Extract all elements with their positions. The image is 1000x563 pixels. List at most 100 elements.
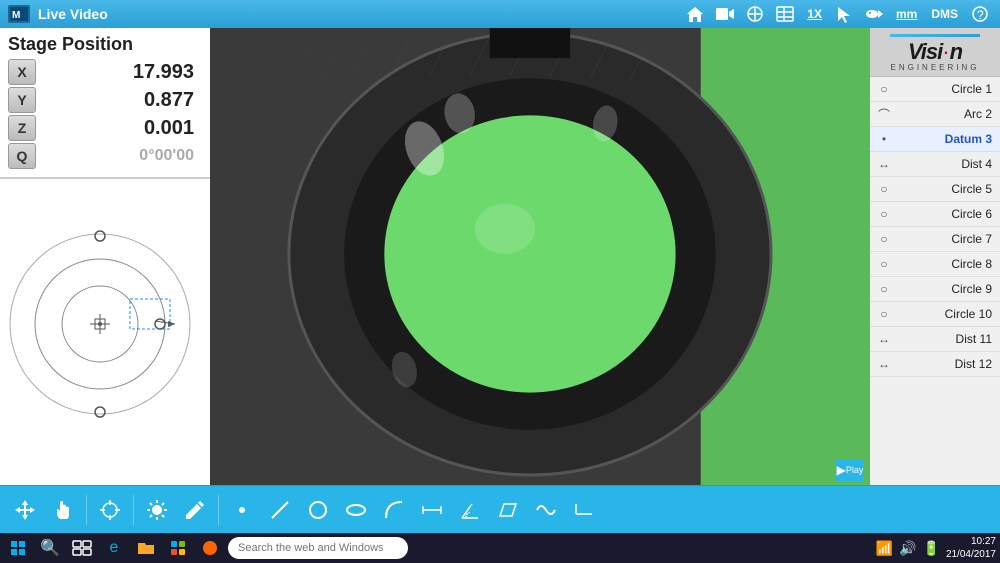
y-value: 0.877 — [36, 89, 202, 112]
brightness-tool-btn[interactable] — [140, 493, 174, 527]
z-axis-btn[interactable]: Z — [8, 115, 36, 141]
measurement-item-8[interactable]: ○Circle 8 — [870, 252, 1000, 277]
app-logo: M — [8, 5, 30, 23]
measurement-label-2: Arc 2 — [894, 107, 996, 121]
z-value: 0.001 — [36, 117, 202, 140]
y-axis-btn[interactable]: Y — [8, 87, 36, 113]
measurement-icon-8: ○ — [874, 254, 894, 274]
title-bar: M Live Video 1X mm DMS ? — [0, 0, 1000, 28]
q-axis-btn[interactable]: Q — [8, 143, 36, 169]
measurement-item-10[interactable]: ○Circle 10 — [870, 302, 1000, 327]
window-title: Live Video — [38, 6, 675, 22]
magnification-label: 1X — [803, 5, 826, 23]
measurement-item-11[interactable]: ↔Dist 11 — [870, 327, 1000, 352]
taskbar-system-icons: 📶 🔊 🔋 10:27 21/04/2017 — [876, 535, 996, 561]
measurement-item-7[interactable]: ○Circle 7 — [870, 227, 1000, 252]
stage-position-title: Stage Position — [8, 34, 202, 55]
taskbar-store-icon[interactable] — [164, 535, 192, 561]
measurement-icon-10: ○ — [874, 304, 894, 324]
measurement-label-10: Circle 10 — [894, 307, 996, 321]
taskbar-battery-icon: 🔋 — [923, 540, 940, 557]
measurement-icon-4: ↔ — [874, 154, 894, 174]
measurement-list: ○Circle 1⌒Arc 2•Datum 3↔Dist 4○Circle 5○… — [870, 77, 1000, 485]
dot-tool-btn[interactable] — [225, 493, 259, 527]
vision-text2: n — [950, 39, 962, 64]
measurement-item-5[interactable]: ○Circle 5 — [870, 177, 1000, 202]
ellipse-tool-btn[interactable] — [339, 493, 373, 527]
crosshair-tool-btn[interactable] — [93, 493, 127, 527]
measurement-icon-5: ○ — [874, 179, 894, 199]
table-icon[interactable] — [773, 3, 797, 25]
measurement-label-5: Circle 5 — [894, 182, 996, 196]
path-tool-btn[interactable] — [567, 493, 601, 527]
measurement-item-1[interactable]: ○Circle 1 — [870, 77, 1000, 102]
hand-tool-btn[interactable] — [46, 493, 80, 527]
measurement-icon-2: ⌒ — [874, 104, 894, 124]
line-tool-btn[interactable] — [263, 493, 297, 527]
pencil-tool-btn[interactable] — [178, 493, 212, 527]
fish-icon[interactable] — [862, 3, 886, 25]
x-coord-row: X 17.993 — [8, 59, 202, 85]
taskbar-task-view-icon[interactable] — [68, 535, 96, 561]
vision-logo: Visi·n ENGINEERING — [890, 32, 979, 72]
toolbar-icons: 1X mm DMS ? — [683, 3, 992, 25]
parallelogram-tool-btn[interactable] — [491, 493, 525, 527]
vision-engineering-header: Visi·n ENGINEERING — [870, 28, 1000, 77]
dms-unit-btn[interactable]: DMS — [927, 5, 962, 23]
x-axis-btn[interactable]: X — [8, 59, 36, 85]
engineering-text: ENGINEERING — [890, 63, 979, 72]
vision-text: Visi — [908, 39, 942, 64]
measurement-item-9[interactable]: ○Circle 9 — [870, 277, 1000, 302]
diagram-area[interactable] — [0, 178, 210, 485]
separator-3 — [218, 495, 219, 525]
taskbar-search-input[interactable] — [228, 537, 408, 559]
help-icon[interactable]: ? — [968, 3, 992, 25]
left-panel: Stage Position X 17.993 Y 0.877 Z 0.001 … — [0, 28, 210, 485]
svg-text:?: ? — [977, 8, 984, 22]
separator-1 — [86, 495, 87, 525]
start-button[interactable] — [4, 538, 32, 558]
taskbar-search-icon[interactable]: 🔍 — [36, 535, 64, 561]
taskbar-clock: 10:27 21/04/2017 — [946, 535, 996, 561]
play-button[interactable]: ▶ Play — [836, 459, 864, 481]
home-icon[interactable] — [683, 3, 707, 25]
measurement-icon-11: ↔ — [874, 329, 894, 349]
mm-unit-btn[interactable]: mm — [892, 5, 921, 23]
taskbar-edge-icon[interactable]: e — [100, 535, 128, 561]
video-area[interactable]: ▶ Play — [210, 28, 870, 485]
curve-tool-btn[interactable] — [529, 493, 563, 527]
arc-tool-btn[interactable] — [377, 493, 411, 527]
measurement-item-12[interactable]: ↔Dist 12 — [870, 352, 1000, 377]
measurement-label-12: Dist 12 — [894, 357, 996, 371]
measurement-item-4[interactable]: ↔Dist 4 — [870, 152, 1000, 177]
cursor-icon[interactable] — [832, 3, 856, 25]
taskbar-app5-icon[interactable] — [196, 535, 224, 561]
measurement-label-1: Circle 1 — [894, 82, 996, 96]
q-value: 0°00'00 — [36, 147, 202, 165]
measurement-item-6[interactable]: ○Circle 6 — [870, 202, 1000, 227]
measurement-icon-7: ○ — [874, 229, 894, 249]
distance-tool-btn[interactable] — [415, 493, 449, 527]
measurement-icon-12: ↔ — [874, 354, 894, 374]
measurement-label-9: Circle 9 — [894, 282, 996, 296]
stage-position-panel: Stage Position X 17.993 Y 0.877 Z 0.001 … — [0, 28, 210, 178]
taskbar-explorer-icon[interactable] — [132, 535, 160, 561]
right-panel: Visi·n ENGINEERING ○Circle 1⌒Arc 2•Datum… — [870, 28, 1000, 485]
measurement-item-2[interactable]: ⌒Arc 2 — [870, 102, 1000, 127]
measurement-icon-6: ○ — [874, 204, 894, 224]
move-tool-btn[interactable] — [8, 493, 42, 527]
q-coord-row: Q 0°00'00 — [8, 143, 202, 169]
measurement-item-3[interactable]: •Datum 3 — [870, 127, 1000, 152]
measurement-label-11: Dist 11 — [894, 332, 996, 346]
angle-tool-btn[interactable] — [453, 493, 487, 527]
video-icon[interactable] — [713, 3, 737, 25]
taskbar: 🔍 e 📶 🔊 🔋 10:27 21/04/2017 — [0, 533, 1000, 563]
bottom-toolbar — [0, 485, 1000, 533]
measurement-label-8: Circle 8 — [894, 257, 996, 271]
measurement-label-6: Circle 6 — [894, 207, 996, 221]
svg-text:M: M — [12, 10, 20, 21]
measure-icon[interactable] — [743, 3, 767, 25]
taskbar-network-icon: 📶 — [876, 540, 893, 557]
measurement-label-3: Datum 3 — [894, 132, 996, 146]
circle-tool-btn[interactable] — [301, 493, 335, 527]
